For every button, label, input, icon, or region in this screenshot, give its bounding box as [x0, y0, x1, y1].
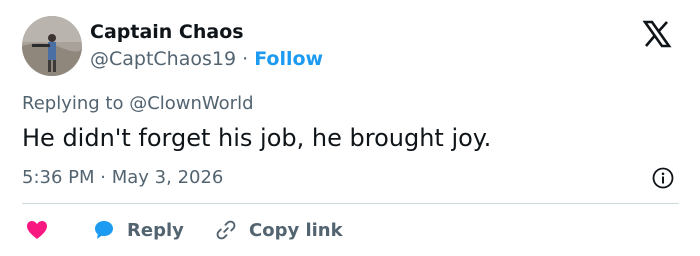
replying-to: Replying to @ClownWorld [22, 92, 254, 116]
tweet-text: He didn't forget his job, he brought joy… [22, 124, 492, 152]
x-logo-icon[interactable] [637, 20, 677, 48]
author-handle-line: @CaptChaos19 · Follow [90, 47, 323, 71]
info-icon[interactable] [652, 167, 674, 189]
divider [22, 203, 679, 204]
tweet-date: May 3, 2026 [111, 167, 224, 188]
avatar[interactable] [22, 16, 82, 76]
link-icon [216, 220, 236, 240]
tweet-time: 5:36 PM [22, 167, 95, 188]
author-handle[interactable]: @CaptChaos19 [90, 48, 236, 70]
avatar-photo [22, 16, 82, 76]
meta-separator: · [100, 167, 106, 188]
copy-link-label: Copy link [249, 219, 343, 241]
follow-button[interactable]: Follow [254, 48, 323, 70]
heart-icon [27, 221, 47, 239]
author-name[interactable]: Captain Chaos [90, 20, 244, 44]
reply-label: Reply [127, 219, 184, 241]
like-button[interactable] [26, 217, 48, 243]
tweet-timestamp[interactable]: 5:36 PM · May 3, 2026 [22, 166, 223, 190]
replying-to-mention[interactable]: @ClownWorld [129, 93, 253, 114]
reply-button[interactable]: Reply [93, 217, 184, 243]
replying-to-prefix: Replying to [22, 93, 124, 114]
reply-bubble-icon [95, 221, 113, 239]
copy-link-button[interactable]: Copy link [215, 217, 343, 243]
handle-separator: · [242, 48, 249, 70]
